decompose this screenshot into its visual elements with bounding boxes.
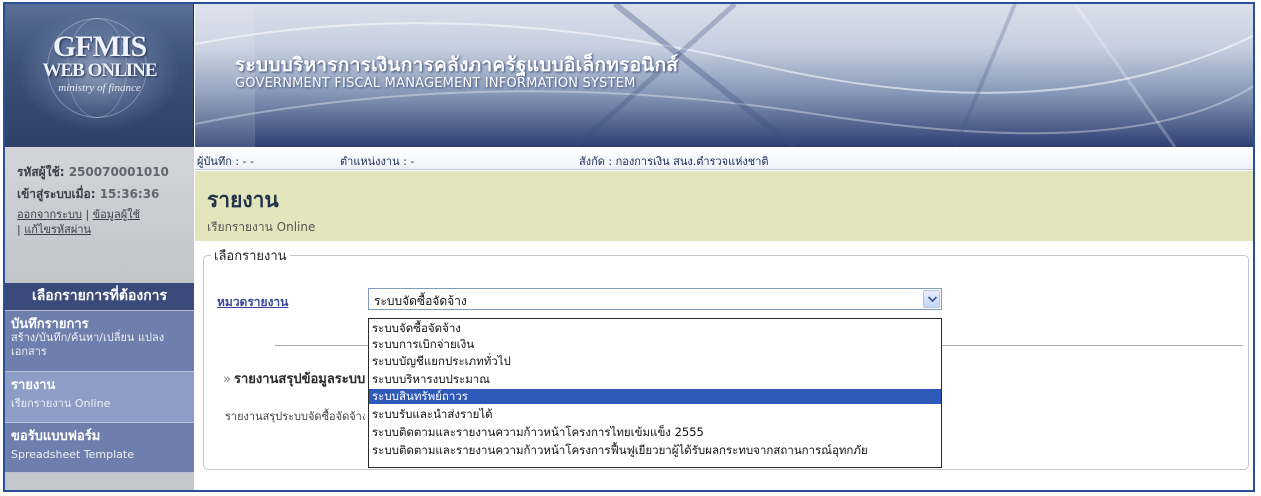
link-separator: | xyxy=(85,208,90,221)
chevron-down-icon xyxy=(928,296,937,303)
menu-item-subtitle: Spreadsheet Template xyxy=(11,448,134,461)
dropdown-option[interactable]: ระบบติดตามและรายงานความก้าวหน้าโครงการฟื… xyxy=(369,443,941,458)
report-link[interactable]: รายงานสรุประบบจัดซื้อจัดจ้าง xyxy=(225,407,365,425)
login-time-label: เข้าสู่ระบบเมื่อ: xyxy=(17,187,96,201)
dropdown-option[interactable]: ระบบรับและนำส่งรายได้ xyxy=(369,407,941,422)
logo-text-gfmis: GFMIS xyxy=(52,30,147,63)
change-password-link[interactable]: แก้ไขรหัสผ่าน xyxy=(24,223,91,236)
dropdown-option-selected[interactable]: ระบบสินทรัพย์ถาวร xyxy=(369,389,941,404)
link-separator: | xyxy=(17,223,21,236)
menu-item-title: รายงาน xyxy=(11,378,56,393)
report-category-options[interactable]: ระบบจัดซื้อจัดจ้าง ระบบการเบิกจ่ายเงิน ร… xyxy=(368,318,942,468)
dropdown-option[interactable]: ระบบติดตามและรายงานความก้าวหน้าโครงการไท… xyxy=(369,425,941,440)
main-content: รายงาน เรียกรายงาน Online เลือกรายงาน หม… xyxy=(195,171,1253,490)
menu-item-subtitle: เรียกรายงาน Online xyxy=(11,397,111,410)
menu-item-report[interactable]: รายงาน เรียกรายงาน Online xyxy=(5,371,194,422)
menu-item-record[interactable]: บันทึกรายการ สร้าง/บันทึก/ค้นหา/เปลี่ยน … xyxy=(5,310,194,371)
recorder-info: ผู้บันทึก : - - xyxy=(197,155,254,168)
user-id: รหัสผู้ใช้: 250070001010 xyxy=(17,163,169,182)
report-section-heading: » รายงานสรุปข้อมูลระบบ xyxy=(223,368,365,389)
app-window: GFMIS WEB ONLINE ministry of finance ระบ… xyxy=(3,2,1255,492)
dropdown-option[interactable]: ระบบการเบิกจ่ายเงิน xyxy=(369,337,941,352)
system-title-english: GOVERNMENT FISCAL MANAGEMENT INFORMATION… xyxy=(235,76,636,91)
menu-item-form[interactable]: ขอรับแบบฟอร์ม Spreadsheet Template xyxy=(5,422,194,472)
user-info-bar: ผู้บันทึก : - - ตำแหน่งงาน : - สังกัด : … xyxy=(195,147,1253,170)
position-info: ตำแหน่งงาน : - xyxy=(340,155,415,168)
dropdown-option[interactable]: ระบบบริหารงบประมาณ xyxy=(369,372,941,387)
dropdown-option[interactable]: ระบบจัดซื้อจัดจ้าง xyxy=(369,321,941,336)
menu-item-subtitle: สร้าง/บันทึก/ค้นหา/เปลี่ยน แปลง เอกสาร xyxy=(11,331,165,358)
page-subtitle: เรียกรายงาน Online xyxy=(207,220,316,234)
logo-text-web-online: WEB ONLINE xyxy=(42,60,157,81)
report-category-label[interactable]: หมวดรายงาน xyxy=(217,293,288,312)
user-session-box: รหัสผู้ใช้: 250070001010 เข้าสู่ระบบเมื่… xyxy=(5,147,194,283)
gfmis-logo: GFMIS WEB ONLINE ministry of finance xyxy=(5,4,194,147)
user-links: ออกจากระบบ | ข้อมูลผู้ใช้ | แก้ไขรหัสผ่า… xyxy=(17,207,140,237)
page-title: รายงาน xyxy=(207,188,279,212)
login-time: เข้าสู่ระบบเมื่อ: 15:36:36 xyxy=(17,185,159,204)
logo-text-ministry: ministry of finance xyxy=(58,82,141,94)
report-category-select[interactable]: ระบบจัดซื้อจัดจ้าง xyxy=(368,288,942,310)
dropdown-option[interactable]: ระบบบัญชีแยกประเภททั่วไป xyxy=(369,354,941,369)
user-id-value: 250070001010 xyxy=(68,165,169,179)
header-banner: ระบบบริหารการเงินการคลังภาครัฐแบบอิเล็กท… xyxy=(195,4,1253,147)
logout-link[interactable]: ออกจากระบบ xyxy=(17,208,82,221)
page-header: รายงาน เรียกรายงาน Online xyxy=(195,171,1253,241)
bullet-icon: » xyxy=(223,372,231,387)
user-id-label: รหัสผู้ใช้: xyxy=(17,165,65,179)
report-select-legend: เลือกรายงาน xyxy=(211,245,290,266)
menu-item-title: ขอรับแบบฟอร์ม xyxy=(11,429,101,444)
report-section-heading-text: รายงานสรุปข้อมูลระบบ xyxy=(233,372,365,387)
user-info-link[interactable]: ข้อมูลผู้ใช้ xyxy=(93,208,140,221)
dropdown-toggle-button[interactable] xyxy=(923,290,940,308)
menu-header: เลือกรายการที่ต้องการ xyxy=(5,283,194,310)
select-current-value: ระบบจัดซื้อจัดจ้าง xyxy=(374,294,467,308)
affiliation-info: สังกัด : กองการเงิน สนง.ตำรวจแห่งชาติ xyxy=(579,155,769,168)
login-time-value: 15:36:36 xyxy=(99,187,160,201)
sidebar: รหัสผู้ใช้: 250070001010 เข้าสู่ระบบเมื่… xyxy=(5,147,194,490)
menu-filler xyxy=(5,472,194,490)
